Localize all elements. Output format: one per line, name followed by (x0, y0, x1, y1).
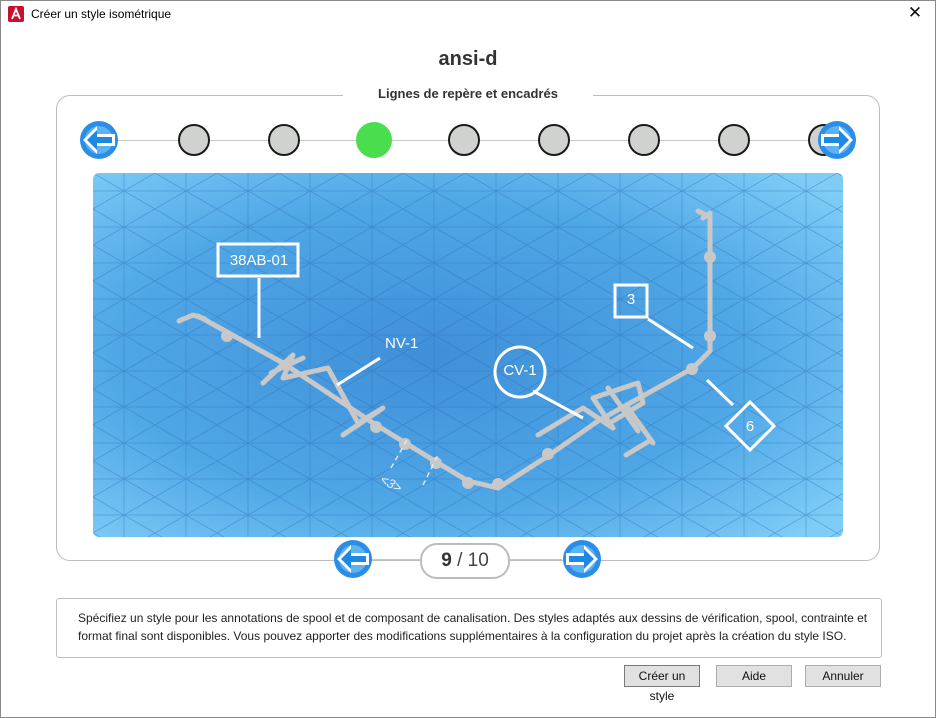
help-button[interactable]: Aide (716, 665, 792, 687)
step-indicator-7[interactable] (718, 124, 750, 156)
pager-line-left (372, 559, 420, 560)
step-indicator-6[interactable] (628, 124, 660, 156)
step-indicator-4[interactable] (448, 124, 480, 156)
autocad-icon (8, 6, 24, 22)
section-title: Lignes de repère et encadrés (343, 86, 593, 101)
step-next-button[interactable] (817, 120, 857, 160)
step-indicator-2[interactable] (268, 124, 300, 156)
pager-line-right (506, 559, 562, 560)
cancel-button[interactable]: Annuler (805, 665, 881, 687)
style-name-heading: ansi-d (438, 48, 498, 70)
window-title: Créer un style isométrique (31, 7, 172, 21)
description-box: Spécifiez un style pour les annotations … (56, 598, 882, 658)
page-separator: / (457, 550, 463, 571)
tag-label-3: CV-1 (503, 362, 537, 379)
isometric-preview-image (93, 173, 843, 537)
tag-label-4: 3 (626, 291, 636, 308)
page-next-button[interactable] (562, 539, 602, 579)
step-indicator-5[interactable] (538, 124, 570, 156)
close-icon[interactable]: ✕ (905, 3, 925, 23)
create-style-button[interactable]: Créer un style (624, 665, 700, 703)
page-counter: 9 / 10 (420, 543, 510, 579)
tag-label-5: 6 (745, 418, 755, 435)
step-indicator-3[interactable] (356, 122, 392, 158)
page-total: 10 (467, 550, 489, 571)
page-current: 9 (441, 550, 452, 571)
tag-label-2: NV-1 (385, 335, 419, 352)
tag-label-1: 38AB-01 (229, 252, 289, 269)
step-indicator-1[interactable] (178, 124, 210, 156)
title-bar: Créer un style isométrique ✕ (1, 1, 935, 27)
page-prev-button[interactable] (333, 539, 373, 579)
description-text: Spécifiez un style pour les annotations … (78, 611, 868, 643)
step-prev-button[interactable] (79, 120, 119, 160)
